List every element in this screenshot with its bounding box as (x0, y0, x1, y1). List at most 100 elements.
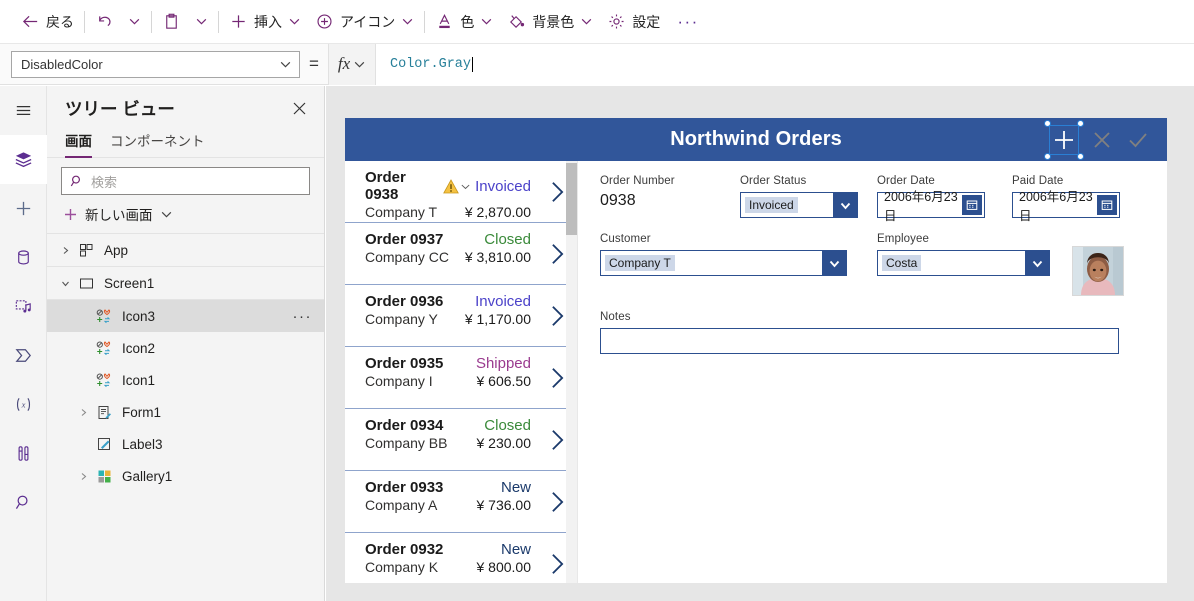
icon-control-icon (93, 371, 115, 389)
settings-button[interactable]: 設定 (600, 0, 667, 43)
gallery-scrollbar-thumb[interactable] (566, 163, 577, 235)
field-label: Employee (877, 233, 929, 245)
resize-handle-bottom-right[interactable] (1077, 152, 1084, 160)
tree-node-icon2[interactable]: Icon2 (47, 332, 324, 364)
gallery-row-0932[interactable]: Order 0932 New Company K ¥ 800.00 (345, 533, 577, 583)
employee-dropdown[interactable]: Costa (877, 250, 1050, 276)
tree-view-panel: ツリー ビュー 画面 コンポーネント 検索 新しい画面 App Screen1 … (47, 86, 325, 601)
chevron-right-icon[interactable] (548, 366, 567, 390)
chevron-right-icon[interactable] (73, 472, 93, 481)
paste-dropdown[interactable] (188, 0, 215, 43)
cancel-icon[interactable] (1087, 125, 1117, 155)
chevron-down-icon (354, 61, 365, 68)
resize-handle-top-right[interactable] (1077, 119, 1084, 127)
chevron-down-icon (289, 18, 300, 25)
gallery-row-line1: Order 0935 Shipped (365, 355, 563, 372)
field-label: Order Number (600, 175, 675, 187)
notes-input[interactable] (600, 328, 1119, 354)
customer-dropdown[interactable]: Company T (600, 250, 847, 276)
chevron-down-icon[interactable] (55, 279, 75, 288)
new-screen-button[interactable]: 新しい画面 (47, 195, 324, 233)
gallery-row-0933[interactable]: Order 0933 New Company A ¥ 736.00 (345, 471, 577, 533)
separator (151, 10, 152, 33)
gallery-row-0937[interactable]: Order 0937 Closed Company CC ¥ 3,810.00 (345, 223, 577, 285)
background-color-button[interactable]: 背景色 (500, 0, 600, 43)
field-order-date: Order Date 2006年6月23日 (877, 175, 1012, 223)
close-panel-button[interactable] (288, 97, 310, 119)
formula-input[interactable]: Color.Gray (376, 43, 1194, 85)
paid-date-picker[interactable]: 2006年6月23日 (1012, 190, 1120, 223)
insert-button[interactable]: 挿入 (222, 0, 308, 43)
gallery-row-line2: Company CC ¥ 3,810.00 (365, 249, 563, 265)
rail-insert-button[interactable] (0, 184, 47, 233)
left-icon-rail: x (0, 86, 47, 601)
tree-node-form1[interactable]: Form1 (47, 396, 324, 428)
form-row-3: Notes (600, 311, 1147, 354)
chevron-right-icon[interactable] (548, 304, 567, 328)
rail-power-automate-button[interactable] (0, 331, 47, 380)
chevron-down-icon (403, 18, 413, 25)
gallery-row-line2: Company BB ¥ 230.00 (365, 435, 563, 451)
chevron-right-icon[interactable] (548, 428, 567, 452)
tree-node-icon1[interactable]: Icon1 (47, 364, 324, 396)
warning-icon (443, 178, 460, 193)
rail-tools-button[interactable] (0, 429, 47, 478)
order-status-dropdown[interactable]: Invoiced (740, 192, 858, 218)
chevron-down-icon (196, 18, 207, 25)
rail-tree-view-button[interactable] (0, 135, 47, 184)
layers-icon (15, 152, 32, 168)
tree-node-gallery1[interactable]: Gallery1 (47, 460, 324, 492)
undo-button[interactable] (88, 0, 121, 43)
tree-node-icon3[interactable]: Icon3 ··· (47, 300, 324, 332)
calendar-icon (1097, 195, 1117, 215)
confirm-icon[interactable] (1123, 125, 1153, 155)
rail-variables-button[interactable]: x (0, 380, 47, 429)
gallery-row-0934[interactable]: Order 0934 Closed Company BB ¥ 230.00 (345, 409, 577, 471)
overflow-menu-button[interactable]: ··· (667, 13, 708, 30)
chevron-right-icon[interactable] (73, 408, 93, 417)
chevron-right-icon[interactable] (548, 490, 567, 514)
color-button[interactable]: 色 (428, 0, 500, 43)
tree-node-screen1[interactable]: Screen1 (47, 267, 324, 299)
tools-icon (18, 446, 29, 461)
gallery-row-0935[interactable]: Order 0935 Shipped Company I ¥ 606.50 (345, 347, 577, 409)
gallery-row-line2: Company I ¥ 606.50 (365, 373, 563, 389)
warning-group[interactable] (443, 178, 471, 194)
rail-data-button[interactable] (0, 233, 47, 282)
tab-components[interactable]: コンポーネント (110, 130, 205, 157)
chevron-right-icon[interactable] (548, 242, 567, 266)
icons-button[interactable]: アイコン (308, 0, 421, 43)
undo-dropdown[interactable] (121, 0, 148, 43)
search-input[interactable]: 検索 (61, 167, 310, 195)
order-amount: ¥ 736.00 (476, 497, 532, 513)
tree-node-label: Form1 (122, 404, 162, 420)
rail-menu-button[interactable] (0, 86, 47, 135)
tree-view-title: ツリー ビュー (65, 98, 175, 119)
rail-search-button[interactable] (0, 478, 47, 527)
tree-node-label3[interactable]: Label3 (47, 428, 324, 460)
tree-node-app[interactable]: App (47, 234, 324, 266)
gallery-scrollbar[interactable] (566, 161, 577, 583)
arrow-left-icon (22, 15, 38, 28)
chevron-right-icon[interactable] (548, 552, 567, 576)
fx-button[interactable]: fx (328, 43, 376, 85)
chevron-right-icon[interactable] (548, 180, 567, 204)
gallery-row-0936[interactable]: Order 0936 Invoiced Company Y ¥ 1,170.00 (345, 285, 577, 347)
gallery-row-line2: Company Y ¥ 1,170.00 (365, 311, 563, 327)
order-status: Invoiced (475, 293, 531, 310)
add-order-icon-selected[interactable] (1044, 119, 1084, 160)
order-amount: ¥ 3,810.00 (464, 249, 531, 265)
tree-node-more-button[interactable]: ··· (293, 309, 313, 324)
gallery-row-0938[interactable]: Order 0938 Invoiced Company T ¥ 2,870.00 (345, 161, 577, 223)
rail-media-button[interactable] (0, 282, 47, 331)
chevron-right-icon[interactable] (55, 246, 75, 255)
back-button[interactable]: 戻る (14, 0, 81, 43)
tab-screens[interactable]: 画面 (65, 130, 92, 158)
order-date-picker[interactable]: 2006年6月23日 (877, 190, 985, 223)
separator (84, 10, 85, 33)
resize-handle-top-left[interactable] (1044, 119, 1051, 127)
property-selector[interactable]: DisabledColor (11, 50, 300, 78)
resize-handle-bottom-left[interactable] (1044, 152, 1051, 160)
paste-button[interactable] (155, 0, 188, 43)
app-header: Northwind Orders (345, 118, 1167, 161)
